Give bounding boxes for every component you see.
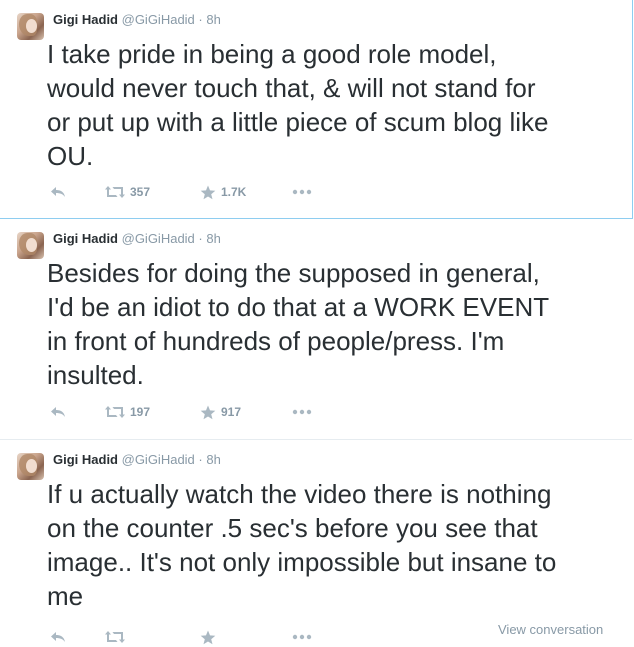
tweet-timestamp[interactable]: 8h [206, 452, 220, 467]
star-icon [200, 185, 216, 199]
more-button[interactable] [292, 402, 312, 422]
avatar-face [26, 459, 37, 473]
star-icon [200, 405, 216, 419]
avatar-face [26, 238, 37, 252]
avatar[interactable] [17, 453, 44, 480]
more-icon [292, 409, 312, 415]
more-button[interactable] [292, 182, 312, 202]
tweet-timestamp[interactable]: 8h [206, 12, 220, 27]
reply-icon [51, 187, 65, 197]
favorite-button[interactable]: 917 [200, 402, 241, 422]
reply-icon [51, 632, 65, 642]
reply-button[interactable] [50, 627, 66, 647]
tweet-header: Gigi Hadid @GiGiHadid · 8h [53, 12, 221, 28]
author-name[interactable]: Gigi Hadid [53, 452, 118, 467]
tweet-header: Gigi Hadid @GiGiHadid · 8h [53, 231, 221, 247]
retweet-count: 357 [130, 185, 151, 199]
header-separator: · [198, 452, 203, 467]
tweet-text: Besides for doing the supposed in genera… [47, 258, 550, 390]
retweet-count: 197 [130, 405, 151, 419]
retweet-icon [105, 186, 125, 198]
more-icon [292, 634, 312, 640]
avatar-face [26, 19, 37, 33]
retweet-icon [105, 406, 125, 418]
header-separator: · [198, 12, 203, 27]
favorite-count: 917 [221, 405, 242, 419]
tweet-timestamp[interactable]: 8h [206, 231, 220, 246]
reply-button[interactable] [50, 402, 66, 422]
tweet-header: Gigi Hadid @GiGiHadid · 8h [53, 452, 221, 468]
more-button[interactable] [292, 627, 312, 647]
author-handle[interactable]: @GiGiHadid [122, 231, 195, 246]
header-separator: · [198, 231, 203, 246]
view-conversation-link[interactable]: View conversation [498, 622, 603, 637]
author-handle[interactable]: @GiGiHadid [122, 12, 195, 27]
tweet-item[interactable]: Gigi Hadid @GiGiHadid · 8h I take pride … [0, 0, 633, 219]
retweet-button[interactable]: 197 [105, 402, 150, 422]
star-icon [200, 630, 216, 644]
reply-button[interactable] [50, 182, 66, 202]
tweet-item[interactable]: Gigi Hadid @GiGiHadid · 8h Besides for d… [0, 219, 632, 440]
author-name[interactable]: Gigi Hadid [53, 231, 118, 246]
tweet-item[interactable]: Gigi Hadid @GiGiHadid · 8h If u actually… [0, 440, 632, 644]
retweet-icon [105, 631, 125, 643]
favorite-count: 1.7K [221, 185, 247, 199]
tweet-timeline: Gigi Hadid @GiGiHadid · 8h I take pride … [0, 0, 634, 644]
retweet-button[interactable] [105, 627, 125, 647]
author-handle[interactable]: @GiGiHadid [122, 452, 195, 467]
reply-icon [51, 407, 65, 417]
retweet-button[interactable]: 357 [105, 182, 150, 202]
tweet-text: I take pride in being a good role model,… [47, 39, 549, 171]
more-icon [292, 189, 312, 195]
avatar[interactable] [17, 13, 44, 40]
tweet-text: If u actually watch the video there is n… [47, 479, 557, 611]
favorite-button[interactable] [200, 627, 216, 647]
author-name[interactable]: Gigi Hadid [53, 12, 118, 27]
favorite-button[interactable]: 1.7K [200, 182, 246, 202]
avatar[interactable] [17, 232, 44, 259]
